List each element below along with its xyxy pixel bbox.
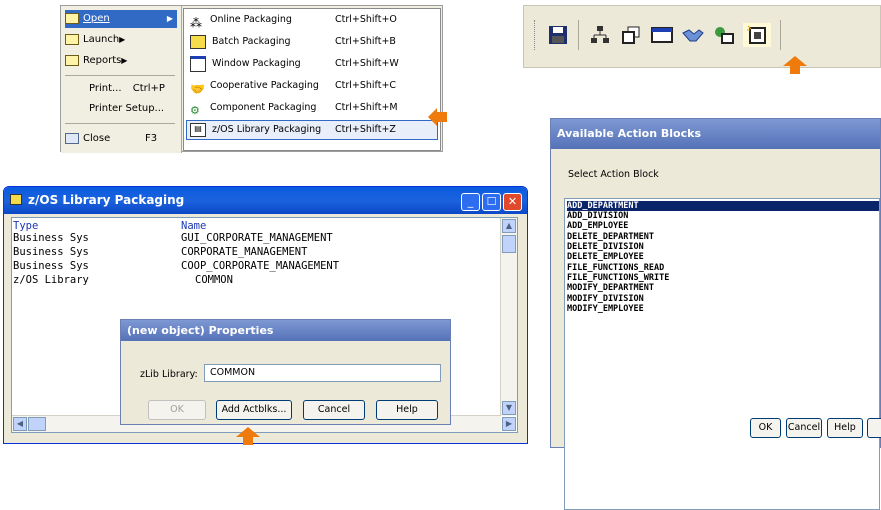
submenu-item-component-packaging[interactable]: ⚙ Component Packaging Ctrl+Shift+M — [187, 99, 437, 117]
hierarchy-icon: ⁂ — [190, 15, 202, 30]
row-name[interactable]: COMMON — [195, 274, 233, 286]
scroll-up-button[interactable]: ▲ — [502, 219, 516, 233]
submenu-item-cooperative-packaging[interactable]: 🤝 Cooperative Packaging Ctrl+Shift+C — [187, 77, 437, 96]
highlight-arrow-up — [783, 56, 807, 74]
list-item[interactable]: FILE_FUNCTIONS_READ — [567, 263, 664, 273]
help-button[interactable]: Help — [376, 400, 438, 420]
close-button[interactable]: ✕ — [503, 193, 522, 211]
cancel-button[interactable]: Cancel — [303, 400, 365, 420]
add-actblks-button[interactable]: Add Actblks... — [216, 400, 292, 420]
submenu-item-window-packaging[interactable]: Window Packaging Ctrl+Shift+W — [187, 55, 437, 73]
column-header-type[interactable]: Type — [13, 220, 38, 232]
select-prompt: Select Action Block — [568, 169, 659, 180]
extra-button[interactable] — [867, 418, 881, 438]
menu-item-open[interactable]: Open ▶ — [65, 10, 177, 28]
zlib-library-field[interactable]: COMMON — [204, 364, 441, 382]
list-item[interactable]: DELETE_DEPARTMENT — [567, 232, 654, 242]
vertical-scrollbar[interactable]: ▲ ▼ — [500, 218, 517, 416]
highlight-arrow-up — [236, 427, 260, 445]
open-submenu: ⁂ Online Packaging Ctrl+Shift+O Batch Pac… — [183, 8, 441, 151]
scroll-left-button[interactable]: ◀ — [13, 417, 27, 431]
folder-icon — [65, 54, 79, 66]
close-doc-icon — [65, 132, 79, 144]
menu-separator — [65, 75, 175, 76]
toolbar-separator — [578, 20, 579, 50]
handshake-icon: 🤝 — [190, 81, 205, 96]
list-item[interactable]: MODIFY_DEPARTMENT — [567, 283, 654, 293]
row-type[interactable]: z/OS Library — [13, 274, 89, 286]
row-type[interactable]: Business Sys — [13, 246, 89, 258]
list-item[interactable]: DELETE_DIVISION — [567, 242, 644, 252]
menu-item-print[interactable]: Print... Ctrl+P — [89, 80, 165, 98]
window-icon — [190, 55, 206, 72]
toolbar-separator — [780, 20, 781, 50]
scroll-thumb[interactable] — [28, 417, 46, 431]
handshake-icon[interactable] — [681, 23, 705, 47]
row-name[interactable]: CORPORATE_MANAGEMENT — [181, 246, 307, 258]
window-title: z/OS Library Packaging — [4, 187, 527, 214]
list-item[interactable]: ADD_EMPLOYEE — [567, 221, 628, 231]
submenu-arrow-icon: ▶ — [121, 56, 128, 65]
scroll-down-button[interactable]: ▼ — [502, 401, 516, 415]
component-icon: ⚙ — [190, 103, 200, 117]
folder-icon — [65, 12, 79, 24]
batch-icon[interactable] — [619, 23, 643, 47]
hierarchy-icon[interactable] — [588, 23, 612, 47]
toolbar-grip[interactable] — [534, 20, 538, 50]
submenu-arrow-icon: ▶ — [166, 14, 173, 23]
cancel-button[interactable]: Cancel — [786, 418, 822, 438]
zos-library-icon[interactable] — [743, 23, 771, 47]
file-menu-column: Open ▶ Launch ▶ Reports ▶ Print... Ctrl+… — [61, 6, 182, 153]
column-header-name[interactable]: Name — [181, 220, 206, 232]
list-item[interactable]: ADD_DIVISION — [567, 211, 628, 221]
scroll-right-button[interactable]: ▶ — [502, 417, 516, 431]
toolbar — [523, 5, 881, 68]
save-icon[interactable] — [546, 23, 570, 47]
list-item[interactable]: ADD_DEPARTMENT — [567, 201, 879, 211]
submenu-item-online-packaging[interactable]: ⁂ Online Packaging Ctrl+Shift+O — [187, 11, 437, 30]
menu-item-launch[interactable]: Launch ▶ — [65, 31, 125, 49]
zlib-library-label: zLib Library: — [140, 369, 198, 380]
batch-icon — [190, 34, 206, 49]
row-name[interactable]: GUI_CORPORATE_MANAGEMENT — [181, 232, 333, 244]
component-icon[interactable] — [712, 23, 736, 47]
minimize-button[interactable]: _ — [461, 193, 480, 211]
file-menu: Open ▶ Launch ▶ Reports ▶ Print... Ctrl+… — [60, 5, 443, 153]
highlight-arrow-left — [428, 107, 448, 127]
window-app-icon — [10, 194, 22, 205]
row-name[interactable]: COOP_CORPORATE_MANAGEMENT — [181, 260, 339, 272]
help-button[interactable]: Help — [827, 418, 863, 438]
row-type[interactable]: Business Sys — [13, 260, 89, 272]
ok-button[interactable]: OK — [148, 400, 206, 420]
dialog-title: (new object) Properties — [121, 320, 450, 341]
menu-item-reports[interactable]: Reports ▶ — [65, 52, 127, 70]
scroll-thumb[interactable] — [502, 235, 516, 253]
submenu-arrow-icon: ▶ — [119, 35, 126, 44]
zos-library-icon: ▤ — [190, 122, 206, 137]
menu-item-printer-setup[interactable]: Printer Setup... — [89, 100, 164, 118]
action-block-list[interactable]: ADD_DEPARTMENT ADD_DIVISION ADD_EMPLOYEE… — [564, 198, 880, 510]
menu-item-close[interactable]: Close F3 — [65, 130, 157, 148]
maximize-button[interactable]: ☐ — [482, 193, 501, 211]
window-icon[interactable] — [650, 23, 674, 47]
list-item[interactable]: DELETE_EMPLOYEE — [567, 252, 644, 262]
folder-icon — [65, 33, 79, 45]
action-blocks-dialog: Available Action Blocks Select Action Bl… — [550, 118, 881, 510]
list-item[interactable]: MODIFY_EMPLOYEE — [567, 304, 644, 314]
list-item[interactable]: MODIFY_DIVISION — [567, 294, 644, 304]
dialog-title: Available Action Blocks — [551, 119, 880, 149]
ok-button[interactable]: OK — [750, 418, 781, 438]
submenu-item-zos-library-packaging[interactable]: ▤ z/OS Library Packaging Ctrl+Shift+Z — [186, 120, 438, 140]
list-item[interactable]: FILE_FUNCTIONS_WRITE — [567, 273, 669, 283]
submenu-item-batch-packaging[interactable]: Batch Packaging Ctrl+Shift+B — [187, 33, 437, 51]
menu-separator — [65, 123, 175, 124]
row-type[interactable]: Business Sys — [13, 232, 89, 244]
properties-dialog: (new object) Properties zLib Library: CO… — [120, 319, 451, 425]
